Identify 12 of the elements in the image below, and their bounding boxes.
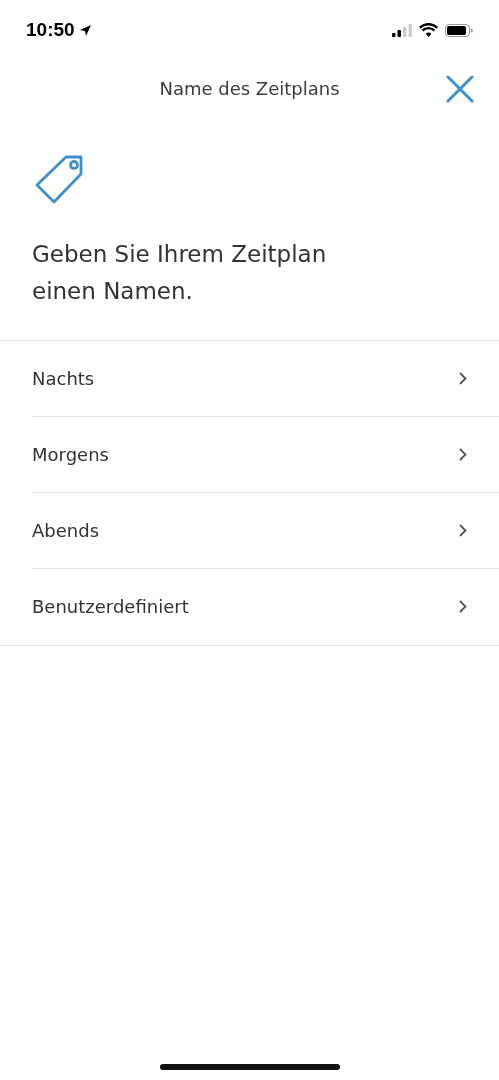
chevron-right-icon <box>459 524 467 537</box>
battery-icon <box>445 23 473 37</box>
signal-icon <box>392 23 412 37</box>
wifi-icon <box>419 23 438 37</box>
close-button[interactable] <box>445 74 475 104</box>
location-arrow-icon <box>78 23 92 37</box>
chevron-right-icon <box>459 372 467 385</box>
status-time: 10:50 <box>26 19 75 41</box>
prompt-heading: Geben Sie Ihrem Zeitplan einen Namen. <box>32 240 328 306</box>
screen-title: Name des Zeitplans <box>159 77 340 99</box>
chevron-right-icon <box>459 600 467 613</box>
chevron-right-icon <box>459 448 467 461</box>
